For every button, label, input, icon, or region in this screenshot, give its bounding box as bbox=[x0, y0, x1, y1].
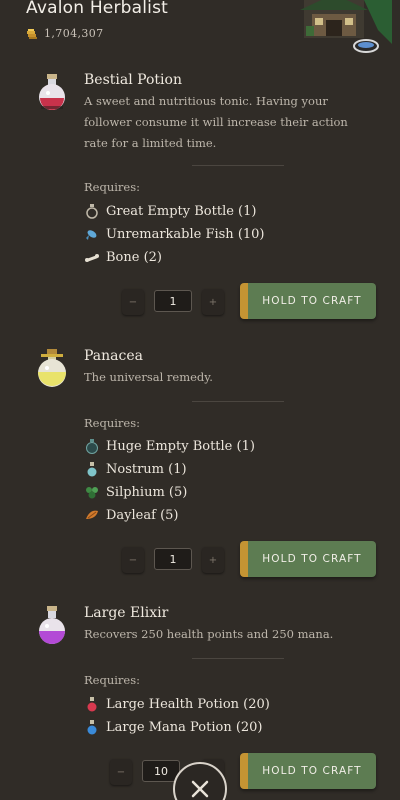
fish-icon bbox=[86, 230, 97, 240]
ingredient-row: Unremarkable Fish (10) bbox=[84, 224, 265, 244]
ingredient-label: Large Mana Potion (20) bbox=[106, 719, 263, 735]
ingredient-label: Unremarkable Fish (10) bbox=[106, 226, 265, 242]
item-name: Large Elixir bbox=[84, 605, 169, 621]
header: Avalon Herbalist 1,704,307 bbox=[0, 0, 400, 53]
decrement-button[interactable]: − bbox=[122, 289, 144, 315]
bestial-potion-icon bbox=[39, 74, 65, 110]
coin-balance: 1,704,307 bbox=[26, 27, 104, 40]
requires-label: Requires: bbox=[84, 416, 140, 430]
coin-amount: 1,704,307 bbox=[44, 27, 104, 40]
large-elixir-icon bbox=[39, 606, 65, 644]
herbalist-screen: Avalon Herbalist 1,704,307 Bestial Potio… bbox=[0, 0, 400, 800]
ingredient-label: Silphium (5) bbox=[106, 484, 188, 500]
requires-label: Requires: bbox=[84, 180, 140, 194]
ingredient-label: Bone (2) bbox=[106, 249, 162, 265]
ingredient-row: Silphium (5) bbox=[84, 482, 187, 502]
item-description: The universal remedy. bbox=[84, 370, 213, 384]
page-title: Avalon Herbalist bbox=[26, 0, 169, 18]
bone-icon bbox=[85, 254, 99, 262]
coins-icon bbox=[27, 28, 37, 39]
decrement-button[interactable]: − bbox=[122, 547, 144, 573]
requires-label: Requires: bbox=[84, 673, 140, 687]
ingredient-label: Nostrum (1) bbox=[106, 461, 187, 477]
mana-potion-icon bbox=[87, 720, 97, 735]
ingredient-label: Large Health Potion (20) bbox=[106, 696, 270, 712]
ingredient-row: Large Health Potion (20) bbox=[84, 694, 270, 714]
ingredient-label: Huge Empty Bottle (1) bbox=[106, 438, 255, 454]
herbalist-building-icon bbox=[300, 0, 392, 53]
hold-to-craft-button[interactable]: HOLD TO CRAFT bbox=[240, 541, 376, 577]
ingredient-row: Bone (2) bbox=[84, 247, 162, 267]
ingredient-row: Great Empty Bottle (1) bbox=[84, 201, 256, 221]
divider bbox=[192, 658, 284, 659]
great-empty-bottle-icon bbox=[86, 204, 98, 219]
huge-empty-bottle-icon bbox=[86, 439, 98, 454]
ingredient-row: Nostrum (1) bbox=[84, 459, 187, 479]
hold-to-craft-button[interactable]: HOLD TO CRAFT bbox=[240, 283, 376, 319]
increment-button[interactable]: + bbox=[202, 289, 224, 315]
ingredient-row: Huge Empty Bottle (1) bbox=[84, 436, 255, 456]
increment-button[interactable]: + bbox=[202, 547, 224, 573]
divider bbox=[192, 165, 284, 166]
item-description: A sweet and nutritious tonic. Having you… bbox=[84, 94, 348, 150]
dayleaf-icon bbox=[86, 510, 98, 519]
health-potion-icon bbox=[87, 697, 97, 712]
close-icon bbox=[191, 780, 209, 798]
ingredient-label: Dayleaf (5) bbox=[106, 507, 179, 523]
quantity-input[interactable]: 1 bbox=[154, 548, 192, 570]
decrement-button[interactable]: − bbox=[110, 759, 132, 785]
ingredient-row: Large Mana Potion (20) bbox=[84, 717, 263, 737]
item-name: Bestial Potion bbox=[84, 72, 182, 88]
hold-to-craft-button[interactable]: HOLD TO CRAFT bbox=[240, 753, 376, 789]
item-name: Panacea bbox=[84, 348, 143, 364]
silphium-icon bbox=[86, 487, 98, 499]
nostrum-icon bbox=[87, 462, 97, 477]
item-description: Recovers 250 health points and 250 mana. bbox=[84, 627, 334, 641]
divider bbox=[192, 401, 284, 402]
panacea-icon bbox=[38, 349, 66, 387]
ingredient-label: Great Empty Bottle (1) bbox=[106, 203, 257, 219]
quantity-input[interactable]: 1 bbox=[154, 290, 192, 312]
ingredient-row: Dayleaf (5) bbox=[84, 505, 178, 525]
